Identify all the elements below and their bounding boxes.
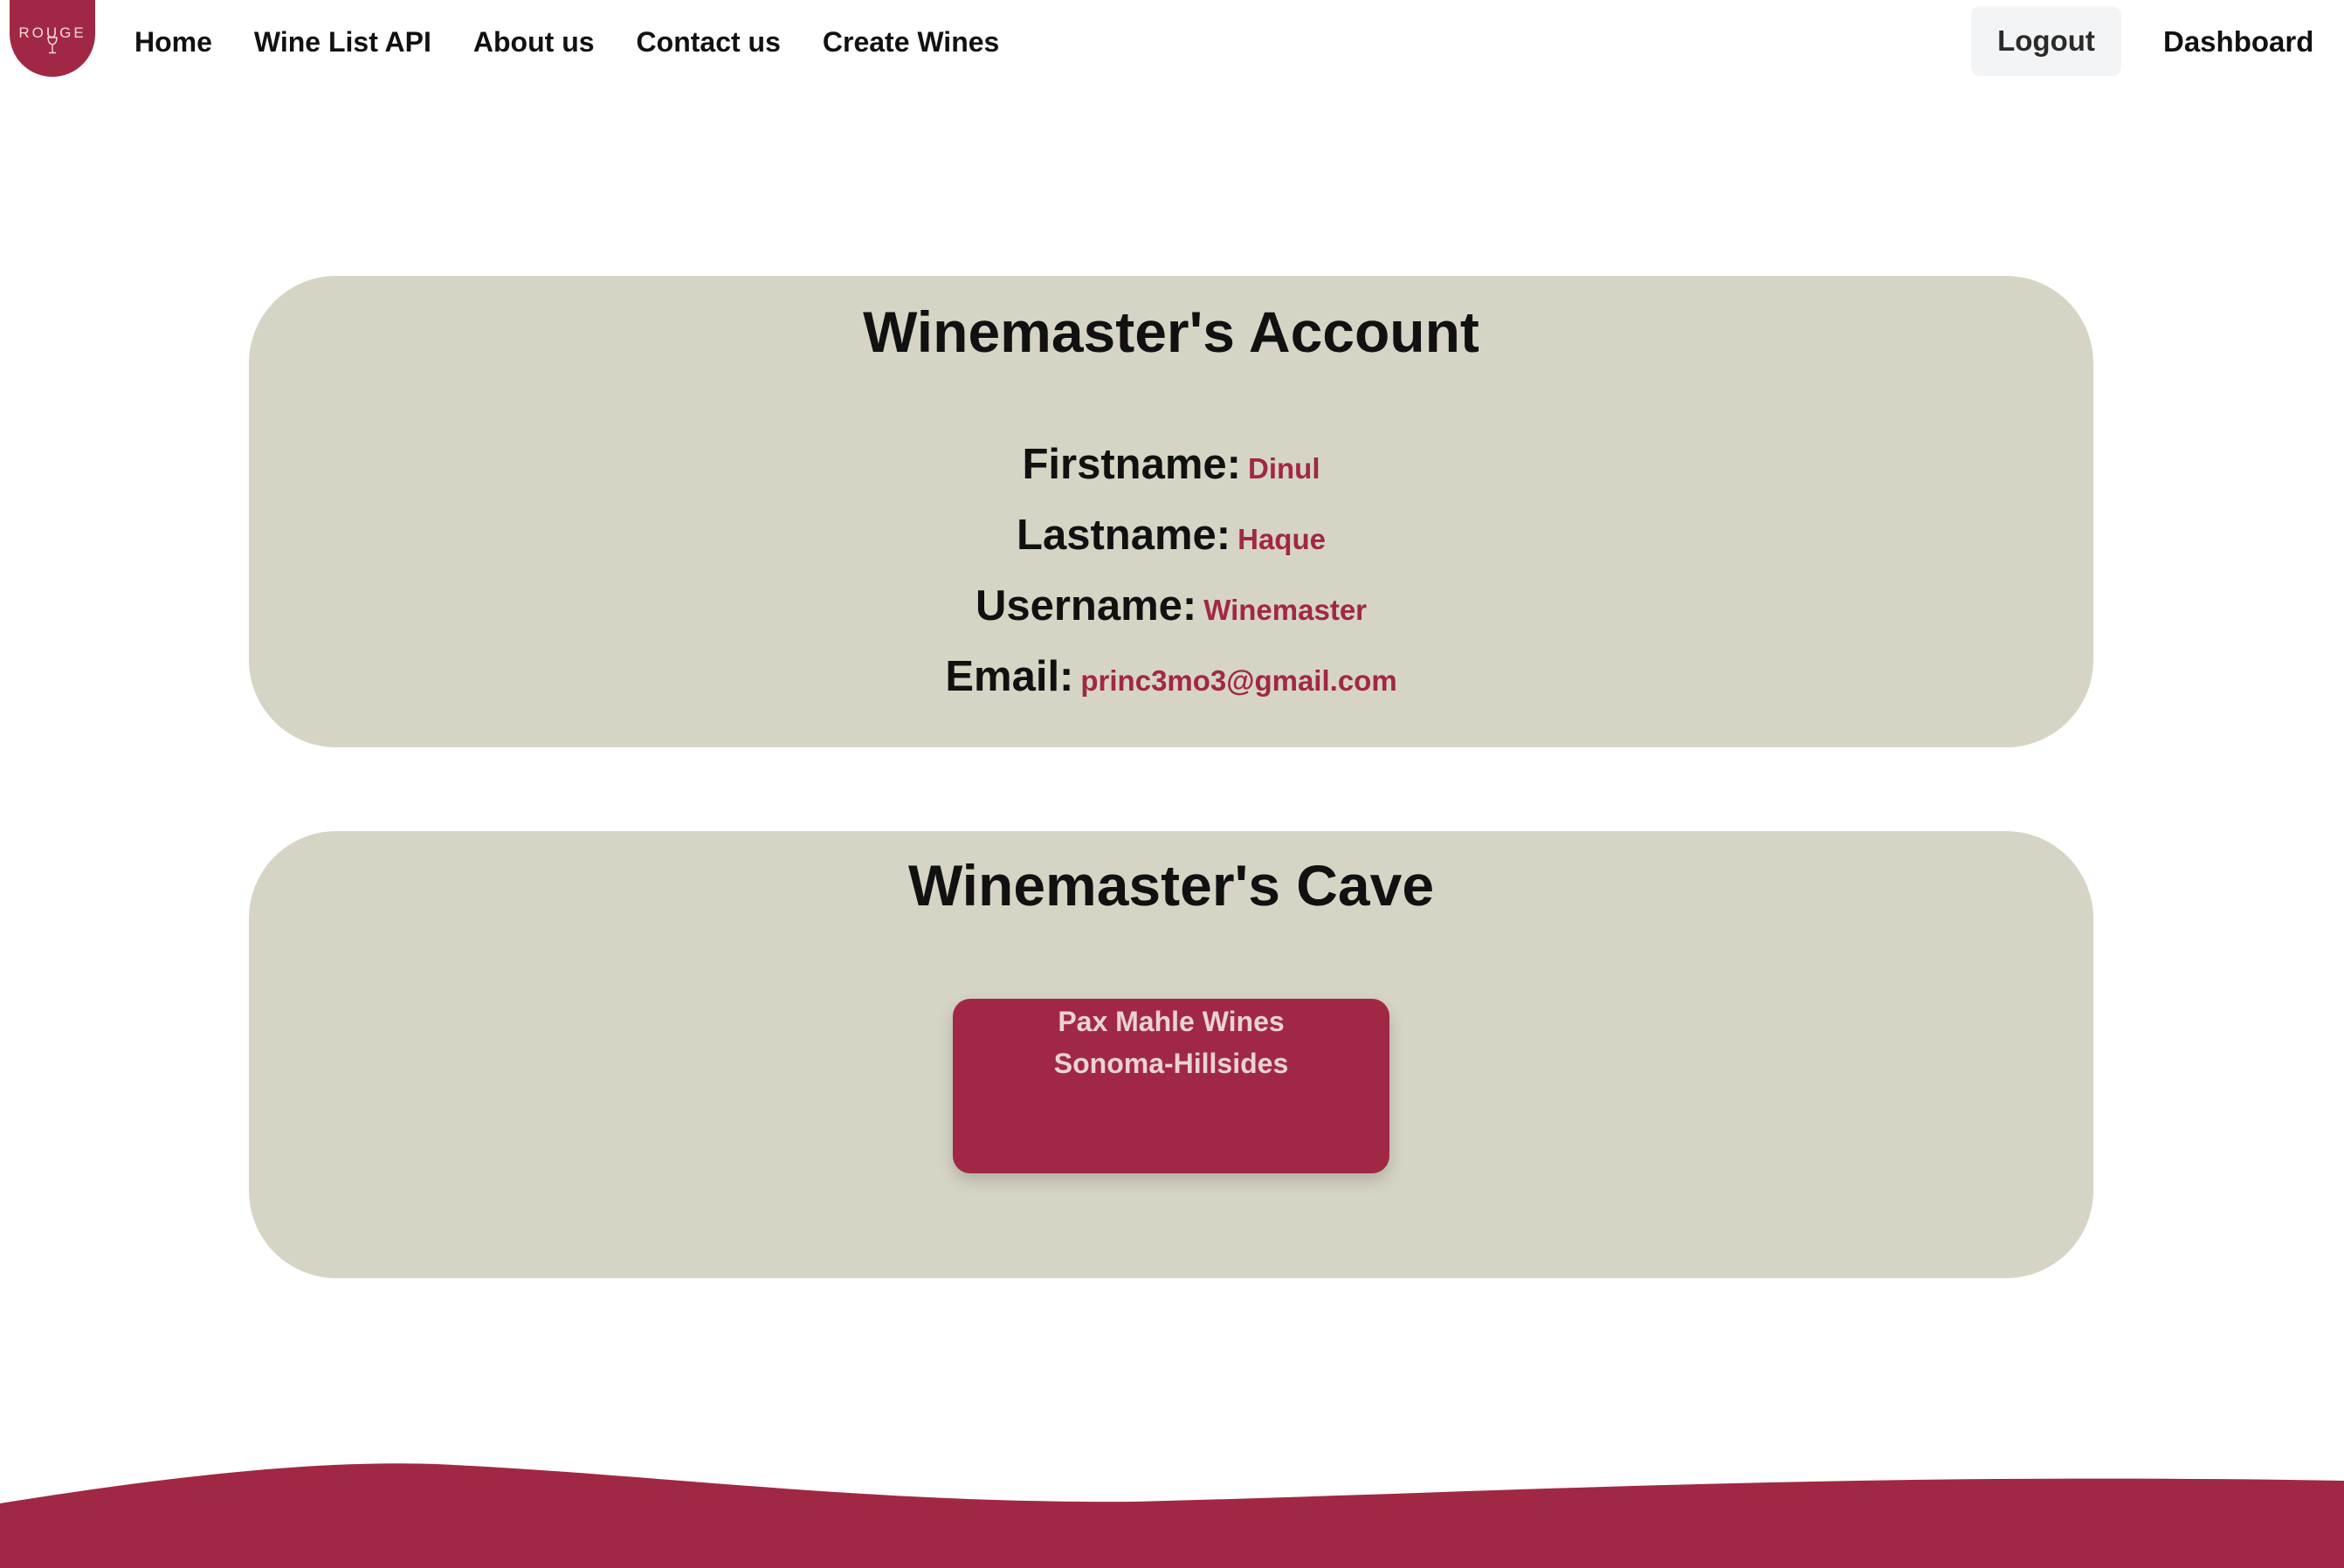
- firstname-row: Firstname: Dinul: [249, 440, 2093, 489]
- rouge-logo[interactable]: ROUGE: [10, 0, 95, 77]
- nav-link-contact-us[interactable]: Contact us: [637, 26, 781, 58]
- lastname-row: Lastname: Haque: [249, 511, 2093, 560]
- account-panel: Winemaster's Account Firstname: Dinul Las…: [249, 276, 2093, 747]
- footer-wave: [0, 1463, 2344, 1568]
- nav-link-about-us[interactable]: About us: [473, 26, 595, 58]
- wine-name: Pax Mahle Wines: [1058, 1006, 1285, 1037]
- nav-links: Home Wine List API About us Contact us C…: [134, 0, 999, 84]
- email-row: Email: princ3mo3@gmail.com: [249, 652, 2093, 701]
- wine-glass-icon: [10, 37, 95, 58]
- nav-link-create-wines[interactable]: Create Wines: [823, 26, 999, 58]
- wine-region: Sonoma-Hillsides: [1053, 1048, 1289, 1079]
- logout-button[interactable]: Logout: [1971, 6, 2121, 76]
- nav-link-wine-list-api[interactable]: Wine List API: [254, 26, 431, 58]
- lastname-label: Lastname:: [1017, 512, 1231, 559]
- nav-link-home[interactable]: Home: [134, 26, 212, 58]
- cave-panel: Winemaster's Cave Pax Mahle Wines Sonoma…: [249, 831, 2093, 1278]
- username-row: Username: Winemaster: [249, 581, 2093, 630]
- dashboard-link[interactable]: Dashboard: [2163, 0, 2313, 84]
- username-value: Winemaster: [1203, 594, 1368, 626]
- firstname-label: Firstname:: [1022, 441, 1242, 488]
- page: ROUGE Home Wine List API About us Contac…: [0, 0, 2344, 1568]
- email-label: Email:: [945, 653, 1074, 700]
- email-value: princ3mo3@gmail.com: [1080, 664, 1397, 697]
- account-title: Winemaster's Account: [863, 299, 1479, 364]
- lastname-value: Haque: [1237, 523, 1326, 555]
- top-navbar: ROUGE Home Wine List API About us Contac…: [0, 0, 2344, 84]
- username-label: Username:: [975, 582, 1197, 629]
- firstname-value: Dinul: [1248, 452, 1320, 485]
- cave-title: Winemaster's Cave: [907, 853, 1435, 918]
- wine-card[interactable]: Pax Mahle Wines Sonoma-Hillsides: [953, 999, 1389, 1173]
